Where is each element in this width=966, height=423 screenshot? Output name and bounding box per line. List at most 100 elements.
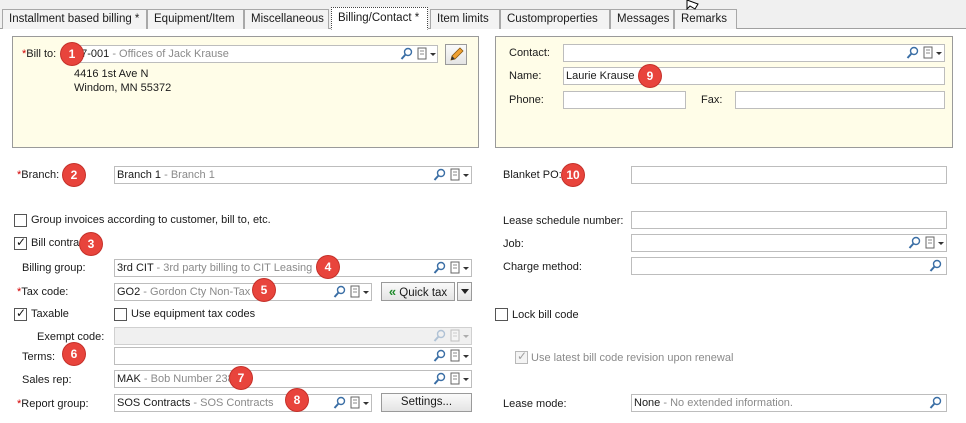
annotation-badge-8: 8 (286, 389, 308, 411)
group-invoices-label: Group invoices according to customer, bi… (31, 214, 271, 226)
lookup-dropdown-icon[interactable] (349, 396, 371, 410)
name-field[interactable]: Laurie Krause (563, 67, 945, 85)
tab-item-limits[interactable]: Item limits (430, 9, 500, 29)
annotation-badge-6: 6 (63, 343, 85, 365)
bill-to-label-text: Bill to: (26, 48, 57, 60)
double-chevron-left-icon: « (388, 284, 397, 299)
report-group-desc: SOS Contracts (200, 397, 274, 409)
charge-method-field[interactable] (631, 257, 947, 275)
branch-label-text: Branch: (21, 169, 60, 181)
report-group-label-text: Report group: (21, 398, 89, 410)
separator: - (161, 169, 171, 181)
tab-equipment-item[interactable]: Equipment/Item (147, 9, 244, 29)
tax-code-label-text: Tax code: (21, 286, 69, 298)
annotation-badge-1: 1 (61, 43, 83, 65)
fax-label: Fax: (701, 94, 723, 106)
tax-code-code: GO2 (117, 286, 141, 298)
terms-field[interactable] (114, 347, 472, 365)
separator: - (190, 397, 201, 409)
contact-field[interactable] (563, 44, 945, 62)
search-icon[interactable] (908, 236, 924, 250)
pencil-icon (450, 47, 464, 61)
exempt-code-field (114, 327, 472, 345)
tax-code-field[interactable]: GO2 - Gordon Cty Non-Tax (114, 283, 372, 301)
settings-button[interactable]: Settings... (381, 393, 472, 412)
edit-pencil-button[interactable] (445, 44, 467, 65)
phone-field[interactable] (563, 91, 686, 109)
lookup-dropdown-icon[interactable] (924, 236, 946, 250)
tab-remarks[interactable]: Remarks (674, 9, 737, 29)
use-latest-revision-checkbox (515, 349, 528, 364)
bill-contract-checkbox[interactable] (14, 235, 27, 250)
bill-to-desc: Offices of Jack Krause (119, 48, 229, 60)
lookup-dropdown-icon[interactable] (449, 372, 471, 386)
lock-bill-code-label: Lock bill code (512, 309, 579, 321)
lease-schedule-number-label: Lease schedule number: (503, 215, 624, 227)
lookup-dropdown-icon[interactable] (349, 285, 371, 299)
branch-field[interactable]: Branch 1 - Branch 1 (114, 166, 472, 184)
lookup-dropdown-icon[interactable] (416, 47, 437, 61)
sales-rep-desc: Bob Number 238 (150, 373, 234, 385)
exempt-code-label: Exempt code: (37, 331, 105, 343)
tab-customproperties[interactable]: Customproperties (500, 9, 610, 29)
search-icon[interactable] (333, 396, 349, 410)
terms-label: Terms: (22, 351, 55, 363)
billing-group-code: 3rd CIT (117, 262, 154, 274)
mouse-cursor-icon (686, 0, 699, 10)
lease-schedule-number-field[interactable] (631, 211, 947, 229)
quick-tax-label: Quick tax (399, 287, 448, 299)
annotation-badge-10: 10 (562, 164, 584, 186)
address-line-1: 4416 1st Ave N (74, 68, 149, 80)
lookup-dropdown-icon[interactable] (922, 46, 944, 60)
tab-miscellaneous[interactable]: Miscellaneous (244, 9, 329, 29)
tab-installment-based-billing[interactable]: Installment based billing * (2, 9, 147, 29)
tax-code-label: *Tax code: (17, 285, 68, 299)
blanket-po-label: Blanket PO: (503, 169, 562, 181)
search-icon[interactable] (433, 349, 449, 363)
separator: - (140, 373, 151, 385)
report-group-code: SOS Contracts (117, 397, 191, 409)
branch-desc: Branch 1 (170, 169, 215, 181)
group-invoices-checkbox[interactable] (14, 214, 27, 227)
report-group-field[interactable]: SOS Contracts - SOS Contracts (114, 394, 372, 412)
quick-tax-button[interactable]: « Quick tax (381, 282, 455, 301)
search-icon[interactable] (929, 396, 945, 410)
annotation-badge-7: 7 (230, 367, 252, 389)
charge-method-label: Charge method: (503, 261, 582, 273)
lookup-dropdown-icon[interactable] (449, 168, 471, 182)
search-icon[interactable] (433, 168, 449, 182)
name-value: Laurie Krause (566, 70, 635, 82)
fax-field[interactable] (735, 91, 945, 109)
annotation-badge-4: 4 (317, 256, 339, 278)
sales-rep-code: MAK (117, 373, 141, 385)
separator: - (660, 397, 671, 409)
quick-tax-dropdown-button[interactable] (457, 282, 472, 301)
tab-billing-contact[interactable]: Billing/Contact * (331, 7, 428, 30)
taxable-checkbox[interactable] (14, 306, 27, 321)
search-icon[interactable] (906, 46, 922, 60)
lookup-dropdown-icon (449, 329, 471, 343)
search-icon[interactable] (333, 285, 349, 299)
use-equipment-tax-codes-label: Use equipment tax codes (131, 308, 256, 320)
use-latest-revision-label: Use latest bill code revision upon renew… (531, 352, 734, 364)
search-icon[interactable] (929, 259, 945, 273)
lookup-dropdown-icon[interactable] (449, 349, 471, 363)
lock-bill-code-checkbox[interactable] (495, 308, 508, 321)
use-equipment-tax-codes-checkbox[interactable] (114, 308, 127, 321)
blanket-po-field[interactable] (631, 166, 947, 184)
sales-rep-field[interactable]: MAK - Bob Number 238 (114, 370, 472, 388)
lease-mode-field[interactable]: None - No extended information. (631, 394, 947, 412)
tab-messages[interactable]: Messages (610, 9, 674, 29)
report-group-label: *Report group: (17, 397, 89, 411)
billing-group-field[interactable]: 3rd CIT - 3rd party billing to CIT Leasi… (114, 259, 472, 277)
search-icon[interactable] (400, 47, 416, 61)
search-icon[interactable] (433, 372, 449, 386)
search-icon[interactable] (433, 261, 449, 275)
annotation-badge-2: 2 (63, 164, 85, 186)
lookup-dropdown-icon[interactable] (449, 261, 471, 275)
job-field[interactable] (631, 234, 947, 252)
annotation-badge-5: 5 (253, 279, 275, 301)
caret-down-icon (460, 289, 469, 294)
bill-to-field[interactable]: 07-001 - Offices of Jack Krause (72, 45, 438, 63)
separator: - (140, 286, 151, 298)
